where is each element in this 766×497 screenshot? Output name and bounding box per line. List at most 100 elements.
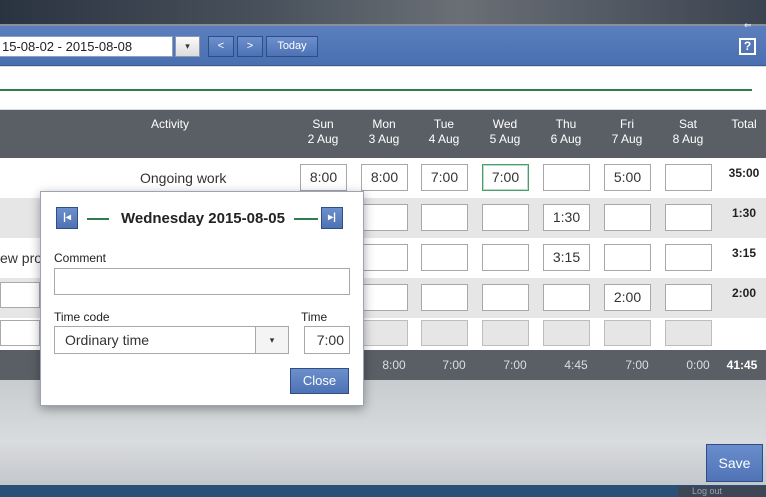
comment-label: Comment	[54, 251, 107, 265]
activity-header: Activity	[150, 117, 189, 131]
day-header-fri: Fri 7 Aug	[604, 117, 650, 147]
day-date: 4 Aug	[428, 132, 460, 146]
comment-input[interactable]	[54, 268, 350, 295]
day-header-sat: Sat 8 Aug	[665, 117, 711, 147]
day-total: 4:45	[564, 358, 588, 372]
activity-input[interactable]	[0, 282, 40, 308]
day-date: 5 Aug	[489, 132, 521, 146]
time-cell[interactable]	[604, 204, 651, 231]
day-name: Thu	[555, 117, 577, 131]
time-cell[interactable]: 8:00	[300, 164, 347, 191]
save-button[interactable]: Save	[706, 444, 763, 482]
time-cell[interactable]	[421, 244, 468, 271]
time-cell[interactable]	[665, 284, 712, 311]
time-cell[interactable]: 2:00	[604, 284, 651, 311]
time-cell-disabled	[543, 320, 590, 346]
time-cell-disabled	[421, 320, 468, 346]
next-week-button[interactable]: >	[237, 36, 263, 57]
time-cell[interactable]	[665, 204, 712, 231]
grand-total: 41:45	[726, 358, 758, 372]
help-icon[interactable]: ?	[739, 38, 756, 55]
time-cell[interactable]	[665, 164, 712, 191]
timesheet-header: Activity Sun 2 Aug Mon 3 Aug Tue 4 Aug W…	[0, 110, 766, 158]
timecode-value: Ordinary time	[65, 332, 150, 348]
activity-input[interactable]	[0, 320, 40, 346]
day-total: 7:00	[503, 358, 527, 372]
time-cell-disabled	[665, 320, 712, 346]
time-cell[interactable]	[361, 244, 408, 271]
time-cell[interactable]	[421, 284, 468, 311]
filter-band	[0, 67, 766, 109]
day-name: Tue	[433, 117, 455, 131]
chevron-down-icon[interactable]: ▾	[255, 327, 288, 353]
time-cell[interactable]	[361, 284, 408, 311]
day-name: Sat	[678, 117, 697, 131]
time-cell[interactable]: 1:30	[543, 204, 590, 231]
time-cell[interactable]	[482, 284, 529, 311]
time-cell[interactable]	[482, 244, 529, 271]
status-bar	[0, 485, 766, 497]
time-cell[interactable]	[361, 204, 408, 231]
collapse-icon[interactable]: ⇐	[744, 20, 752, 31]
time-cell[interactable]	[482, 204, 529, 231]
day-date: 3 Aug	[368, 132, 400, 146]
skip-back-icon: |◂	[63, 212, 71, 223]
time-cell-disabled	[361, 320, 408, 346]
day-total: 7:00	[442, 358, 466, 372]
day-name: Wed	[492, 117, 518, 131]
time-cell-selected[interactable]: 7:00	[482, 164, 529, 191]
time-cell[interactable]	[604, 244, 651, 271]
chevron-down-icon: ▾	[185, 41, 190, 51]
day-date: 8 Aug	[672, 132, 704, 146]
row-total: 3:15	[731, 246, 757, 260]
previous-week-button[interactable]: <	[208, 36, 234, 57]
day-date: 6 Aug	[550, 132, 582, 146]
day-date: 2 Aug	[307, 132, 339, 146]
today-button[interactable]: Today	[266, 36, 318, 57]
day-entry-popup: |◂ Wednesday 2015-08-05 ▸| Comment Time …	[40, 191, 364, 406]
day-total: 0:00	[686, 358, 710, 372]
day-name: Fri	[620, 117, 634, 131]
day-total: 8:00	[382, 358, 406, 372]
day-name: Mon	[372, 117, 396, 131]
day-header-thu: Thu 6 Aug	[543, 117, 589, 147]
time-cell[interactable]: 8:00	[361, 164, 408, 191]
day-name: Sun	[312, 117, 334, 131]
next-day-button[interactable]: ▸|	[321, 207, 343, 229]
toolbar: 15-08-02 - 2015-08-08 ▾ < > Today	[0, 26, 766, 66]
time-input[interactable]: 7:00	[304, 326, 350, 354]
time-cell[interactable]	[543, 284, 590, 311]
popup-title: Wednesday 2015-08-05	[121, 210, 285, 227]
time-cell-disabled	[604, 320, 651, 346]
logout-button[interactable]: Log out	[678, 486, 766, 497]
time-cell[interactable]	[543, 164, 590, 191]
total-header: Total	[731, 117, 757, 131]
time-cell[interactable]: 3:15	[543, 244, 590, 271]
day-header-wed: Wed 5 Aug	[482, 117, 528, 147]
time-cell[interactable]	[665, 244, 712, 271]
time-cell[interactable]: 7:00	[421, 164, 468, 191]
timecode-label: Time code	[54, 310, 110, 324]
day-header-sun: Sun 2 Aug	[300, 117, 346, 147]
day-date: 7 Aug	[611, 132, 643, 146]
activity-label: Ongoing work	[140, 170, 227, 186]
day-total: 7:00	[625, 358, 649, 372]
top-background	[0, 0, 766, 26]
green-divider	[0, 89, 752, 91]
time-cell[interactable]: 5:00	[604, 164, 651, 191]
row-total: 2:00	[731, 286, 757, 300]
day-header-mon: Mon 3 Aug	[361, 117, 407, 147]
date-range-dropdown-button[interactable]: ▾	[175, 36, 200, 57]
date-range-input[interactable]: 15-08-02 - 2015-08-08	[0, 36, 173, 57]
time-cell-disabled	[482, 320, 529, 346]
time-cell[interactable]	[421, 204, 468, 231]
title-dash-right	[294, 218, 318, 220]
title-dash-left	[87, 218, 109, 220]
previous-day-button[interactable]: |◂	[56, 207, 78, 229]
day-header-tue: Tue 4 Aug	[421, 117, 467, 147]
timecode-select[interactable]: Ordinary time ▾	[54, 326, 289, 354]
skip-forward-icon: ▸|	[328, 212, 336, 223]
close-button[interactable]: Close	[290, 368, 349, 394]
footer-bar	[0, 440, 766, 485]
time-label: Time	[301, 310, 328, 324]
